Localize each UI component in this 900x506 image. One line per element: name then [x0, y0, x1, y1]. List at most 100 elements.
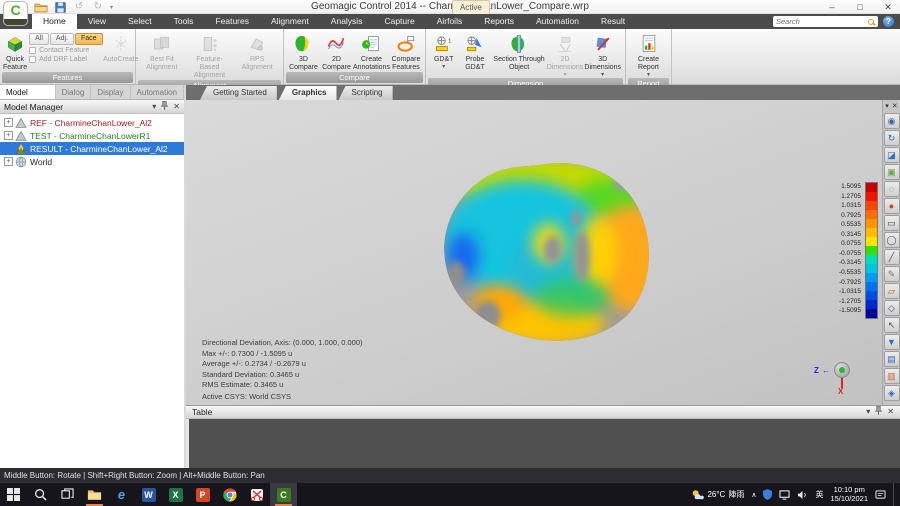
toggle-adj[interactable]: Adj.: [50, 33, 74, 45]
notification-center-icon[interactable]: [875, 490, 886, 500]
menu-tab-alignment[interactable]: Alignment: [260, 14, 320, 29]
compare-features-button[interactable]: Compare Features: [390, 31, 422, 72]
close-panel-icon[interactable]: ✕: [887, 407, 894, 417]
menu-tab-tools[interactable]: Tools: [163, 14, 205, 29]
custom-region-select-icon[interactable]: ▱: [884, 283, 900, 299]
minimize-button[interactable]: –: [826, 0, 838, 14]
snipping-app-icon[interactable]: [243, 483, 270, 506]
select-visible-icon[interactable]: ▤: [884, 351, 900, 367]
tab-automation[interactable]: Automation: [131, 85, 184, 99]
gdt-button[interactable]: 1 GD&T ▾: [429, 31, 458, 78]
menu-tab-automation[interactable]: Automation: [525, 14, 590, 29]
toggle-face[interactable]: Face: [75, 33, 103, 45]
menu-tab-reports[interactable]: Reports: [473, 14, 525, 29]
2d-compare-button[interactable]: 2D Compare: [320, 31, 353, 72]
expand-toggle-icon[interactable]: +: [4, 118, 13, 127]
close-button[interactable]: ✕: [882, 0, 894, 14]
tab-getting-started[interactable]: Getting Started: [200, 86, 277, 100]
menu-tab-result[interactable]: Result: [590, 14, 636, 29]
powerpoint-icon[interactable]: P: [189, 483, 216, 506]
maximize-button[interactable]: □: [854, 0, 866, 14]
internet-explorer-icon[interactable]: e: [108, 483, 135, 506]
menu-tab-select[interactable]: Select: [117, 14, 163, 29]
search-box[interactable]: [773, 16, 878, 27]
taskbar-search-icon[interactable]: [27, 483, 54, 506]
pin-icon[interactable]: [161, 101, 168, 113]
tab-display[interactable]: Display: [91, 85, 130, 99]
menu-tab-capture[interactable]: Capture: [373, 14, 425, 29]
help-icon[interactable]: ?: [883, 16, 894, 27]
tray-expand-icon[interactable]: ∧: [751, 491, 756, 499]
2d-dimensions-button[interactable]: 2D Dimensions ▾: [547, 31, 584, 78]
menu-tab-home[interactable]: Home: [32, 14, 77, 29]
expand-toggle-icon[interactable]: +: [4, 131, 13, 140]
3d-dimensions-button[interactable]: 3D Dimensions ▾: [583, 31, 622, 78]
expand-toggle-icon[interactable]: +: [4, 157, 13, 166]
toolbar-menu-icon[interactable]: ▾: [885, 102, 889, 110]
tree-item[interactable]: +TEST - CharmineChanLowerR1: [0, 129, 184, 142]
tab-graphics[interactable]: Graphics: [279, 86, 337, 100]
3d-viewport[interactable]: Directional Deviation, Axis: (0.000, 1.0…: [186, 100, 882, 405]
menu-tab-analysis[interactable]: Analysis: [320, 14, 374, 29]
tree-item[interactable]: +World: [0, 155, 184, 168]
3d-compare-button[interactable]: 3D Compare: [287, 31, 320, 72]
deviation-heatmap-model[interactable]: [429, 158, 674, 345]
probe-gdt-button[interactable]: Probe GD&T: [458, 31, 491, 78]
search-icon[interactable]: [868, 19, 874, 25]
geomagic-taskbar-icon[interactable]: C: [270, 483, 297, 506]
capture-image-icon[interactable]: ▣: [884, 164, 900, 180]
menu-tab-features[interactable]: Features: [204, 14, 260, 29]
volume-icon[interactable]: [797, 490, 808, 500]
create-report-button[interactable]: Create Report ▾: [629, 31, 668, 78]
show-desktop-button[interactable]: [893, 483, 896, 506]
panel-menu-icon[interactable]: ▾: [152, 102, 156, 112]
section-through-object-button[interactable]: Section Through Object: [491, 31, 546, 78]
chrome-icon[interactable]: [216, 483, 243, 506]
start-button[interactable]: [0, 483, 27, 506]
best-fit-alignment-button[interactable]: Best Fit Alignment: [139, 31, 185, 80]
toggle-all[interactable]: All: [29, 33, 49, 45]
fit-view-icon[interactable]: ◪: [884, 147, 900, 163]
rectangle-select-icon[interactable]: ▭: [884, 215, 900, 231]
defender-shield-icon[interactable]: [763, 489, 772, 500]
search-input[interactable]: [776, 17, 868, 26]
toolbar-close-icon[interactable]: ✕: [892, 102, 898, 110]
menu-tab-view[interactable]: View: [77, 14, 117, 29]
tab-dialog[interactable]: Dialog: [56, 85, 92, 99]
feature-based-alignment-button[interactable]: Feature-Based Alignment: [187, 31, 233, 80]
pen-select-icon[interactable]: ↖: [884, 317, 900, 333]
backface-select-icon[interactable]: ◈: [884, 385, 900, 401]
contact-feature-checkbox[interactable]: Contact Feature: [29, 47, 101, 54]
network-icon[interactable]: [779, 490, 790, 500]
brush-select-icon[interactable]: ✎: [884, 266, 900, 282]
flood-select-icon[interactable]: ▼: [884, 334, 900, 350]
pin-icon[interactable]: [875, 406, 882, 418]
task-view-icon[interactable]: [54, 483, 81, 506]
color-wheel-icon[interactable]: ●: [884, 198, 900, 214]
select-through-icon[interactable]: ▥: [884, 368, 900, 384]
ellipse-select-icon[interactable]: ◯: [884, 232, 900, 248]
create-annotations-button[interactable]: Create Annotations: [353, 31, 390, 72]
tree-item[interactable]: +REF - CharmineChanLower_Al2: [0, 116, 184, 129]
zoom-window-icon[interactable]: ◌: [884, 181, 900, 197]
excel-icon[interactable]: X: [162, 483, 189, 506]
line-select-icon[interactable]: ╱: [884, 249, 900, 265]
spin-view-icon[interactable]: ↻: [884, 130, 900, 146]
rotate-view-icon[interactable]: ◉: [884, 113, 900, 129]
quick-feature-button[interactable]: Quick Feature: [3, 31, 27, 72]
tab-model-manager[interactable]: Model Manager: [0, 85, 56, 99]
ime-indicator[interactable]: 英: [815, 489, 823, 500]
weather-widget[interactable]: 26°C 陣雨: [691, 489, 744, 500]
add-drf-label-checkbox[interactable]: Add DRF Label: [29, 56, 101, 63]
geomagic-logo-icon[interactable]: C: [3, 1, 28, 26]
tree-item[interactable]: RESULT - CharmineChanLower_Al2: [0, 142, 184, 155]
word-icon[interactable]: W: [135, 483, 162, 506]
orientation-gizmo[interactable]: Z ← X: [814, 359, 858, 397]
tab-scripting[interactable]: Scripting: [339, 86, 393, 100]
close-panel-icon[interactable]: ✕: [173, 102, 180, 112]
rps-alignment-button[interactable]: RPS Alignment: [234, 31, 280, 80]
autocreate-button[interactable]: AutoCreate: [103, 31, 138, 72]
polygon-select-icon[interactable]: ◇: [884, 300, 900, 316]
file-explorer-icon[interactable]: [81, 483, 108, 506]
clock[interactable]: 10:10 pm 15/10/2021: [830, 486, 868, 503]
